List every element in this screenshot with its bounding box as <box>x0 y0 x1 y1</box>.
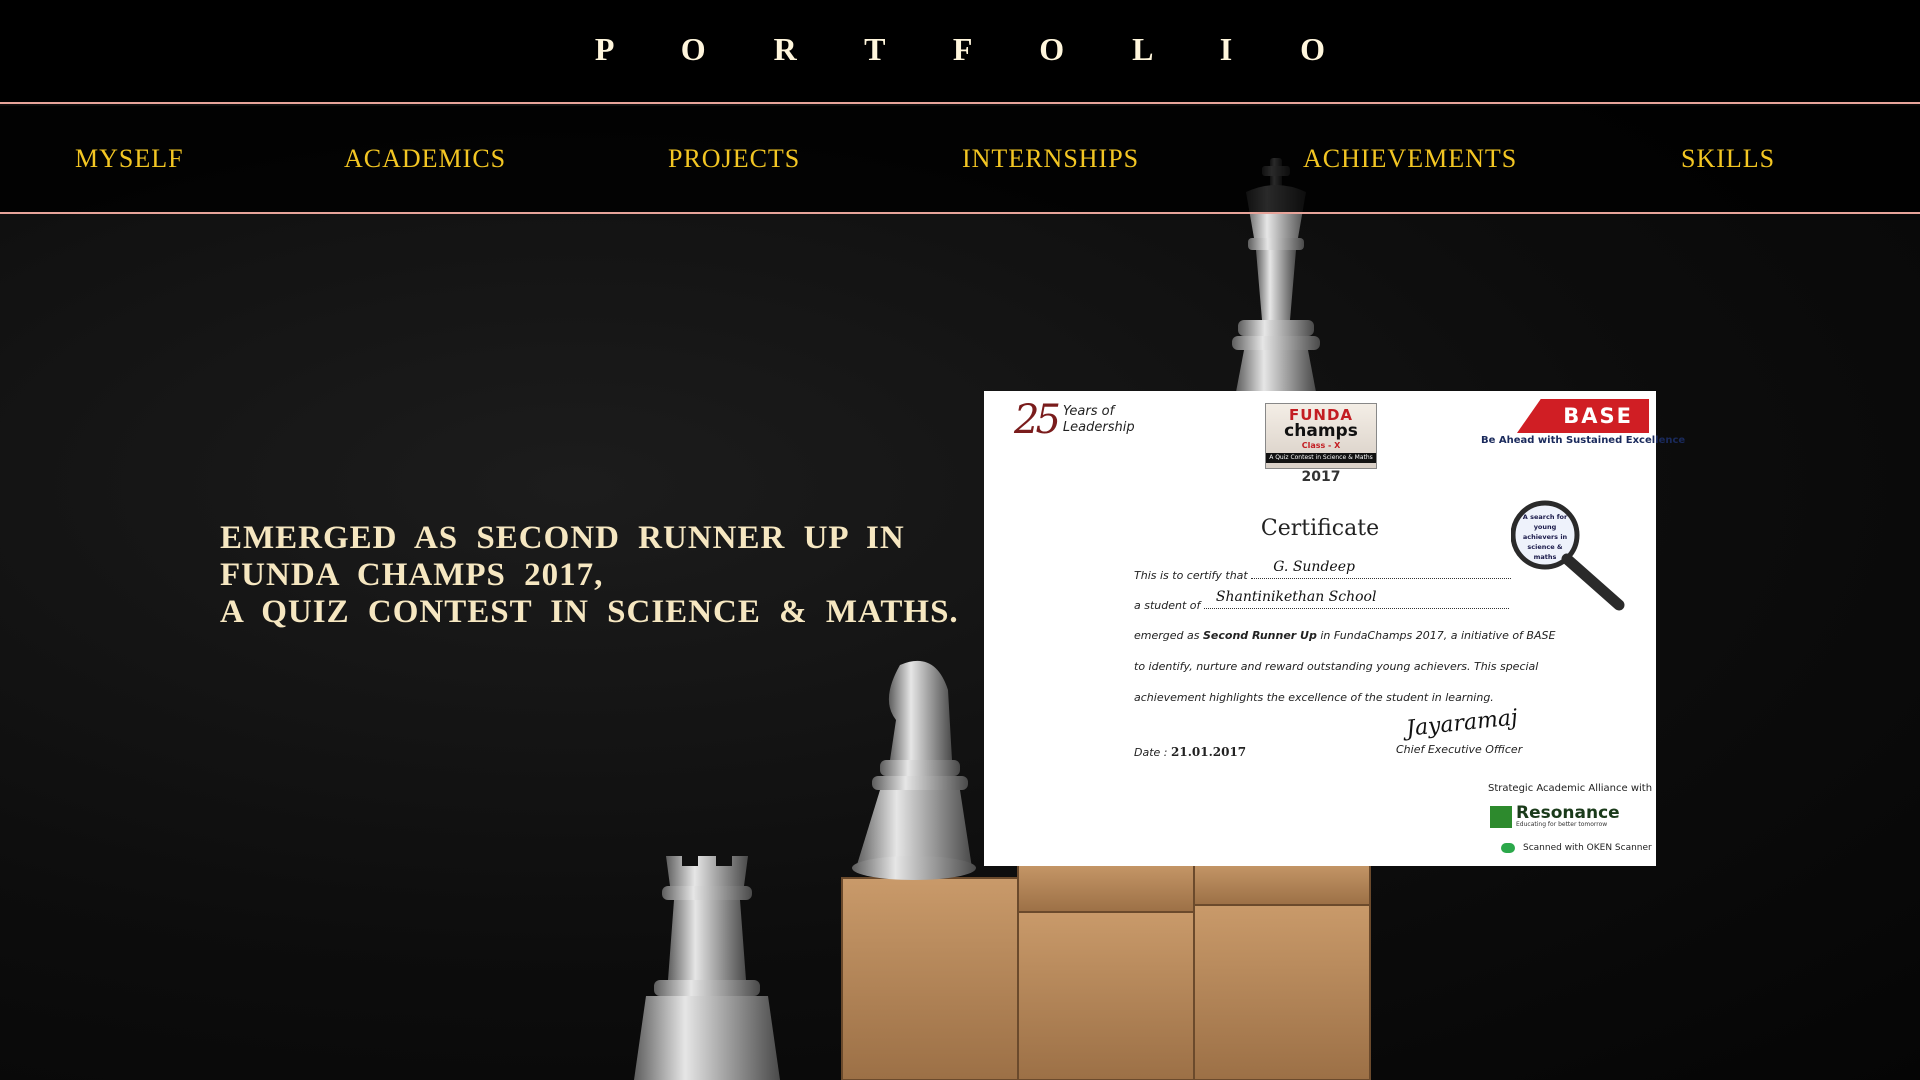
funda-line-2: champs <box>1284 421 1358 441</box>
alliance-label: Strategic Academic Alliance with <box>1488 783 1653 794</box>
scanner-watermark: Scanned with OKEN Scanner <box>1501 843 1652 853</box>
knight-piece <box>852 660 976 880</box>
date-value: 21.01.2017 <box>1171 745 1247 759</box>
years-text: Years of Leadership <box>1063 404 1135 436</box>
achievement-line-1: EMERGED AS SECOND RUNNER UP IN <box>220 520 905 556</box>
base-logo: BASE <box>1517 399 1649 433</box>
funda-line-3: Class - X <box>1301 441 1341 450</box>
achievement-line-2: FUNDA CHAMPS 2017, <box>220 557 604 593</box>
certify-line: This is to certify that G. Sundeep <box>1134 559 1512 582</box>
certificate-heading-text: Certificate <box>1260 516 1380 541</box>
date-label: Date : <box>1134 746 1168 759</box>
certificate-date: Date : 21.01.2017 <box>1134 745 1246 759</box>
resonance-name: Resonance <box>1516 803 1620 823</box>
nav-item-academics[interactable]: ACADEMICS <box>344 144 506 174</box>
nav-item-skills[interactable]: SKILLS <box>1681 144 1775 174</box>
resonance-tagline: Educating for better tomorrow <box>1516 821 1608 828</box>
funda-line-4: A Quiz Contest in Science & Maths <box>1266 453 1376 463</box>
nav-item-achievements[interactable]: ACHIEVEMENTS <box>1303 144 1517 174</box>
years-text-line-2: Leadership <box>1062 420 1135 435</box>
ceo-label: Chief Executive Officer <box>1396 743 1523 756</box>
base-tagline: Be Ahead with Sustained Excellence <box>1481 435 1686 446</box>
certificate-body-line-4: to identify, nurture and reward outstand… <box>1134 660 1539 673</box>
school-name: Shantinikethan School <box>1215 589 1377 605</box>
nav-item-projects[interactable]: PROJECTS <box>668 144 800 174</box>
years-text-line-1: Years of <box>1062 404 1115 419</box>
scanned-label: Scanned with OKEN Scanner <box>1523 843 1652 853</box>
main-nav: MYSELF ACADEMICS PROJECTS INTERNSHIPS AC… <box>0 106 1920 214</box>
resonance-text: Resonance Educating for better tomorrow <box>1516 803 1620 829</box>
certificate-image: 25 Years of Leadership FUNDA champs Clas… <box>984 391 1685 866</box>
resonance-mark-icon <box>1490 805 1512 828</box>
name-field-line: G. Sundeep <box>1251 559 1512 579</box>
years-of-leadership-logo: 25 Years of Leadership <box>1014 397 1135 443</box>
student-of-prefix: a student of <box>1134 599 1201 612</box>
rook-piece <box>634 856 780 1080</box>
certificate-body-line-5: achievement highlights the excellence of… <box>1134 691 1494 704</box>
resonance-logo: Resonance Educating for better tomorrow <box>1490 805 1620 828</box>
wooden-blocks <box>841 859 1371 1080</box>
line3-prefix: emerged as <box>1134 629 1200 642</box>
student-of-line: a student of Shantinikethan School <box>1134 589 1509 612</box>
ceo-signature: Jayaramaj <box>1405 705 1519 742</box>
funda-champs-logo: FUNDA champs Class - X A Quiz Contest in… <box>1265 403 1377 469</box>
nav-item-internships[interactable]: INTERNSHIPS <box>962 144 1139 174</box>
years-number: 25 <box>1014 397 1061 443</box>
achievement-description: EMERGED AS SECOND RUNNER UP IN FUNDA CHA… <box>220 520 959 631</box>
student-name: G. Sundeep <box>1273 559 1355 575</box>
line3-suffix: in FundaChamps 2017, a initiative of BAS… <box>1320 629 1556 642</box>
certificate-body-line-3: emerged as Second Runner Up in FundaCham… <box>1134 629 1555 642</box>
certify-prefix: This is to certify that <box>1134 569 1248 582</box>
achievement-line-3: A QUIZ CONTEST IN SCIENCE & MATHS. <box>220 594 959 630</box>
school-field-line: Shantinikethan School <box>1203 589 1509 609</box>
certificate-heading: Certificate <box>984 516 1656 541</box>
funda-year: 2017 <box>1301 469 1341 485</box>
nav-item-myself[interactable]: MYSELF <box>75 144 184 174</box>
line3-bold: Second Runner Up <box>1202 629 1317 642</box>
scanner-icon <box>1501 843 1515 853</box>
